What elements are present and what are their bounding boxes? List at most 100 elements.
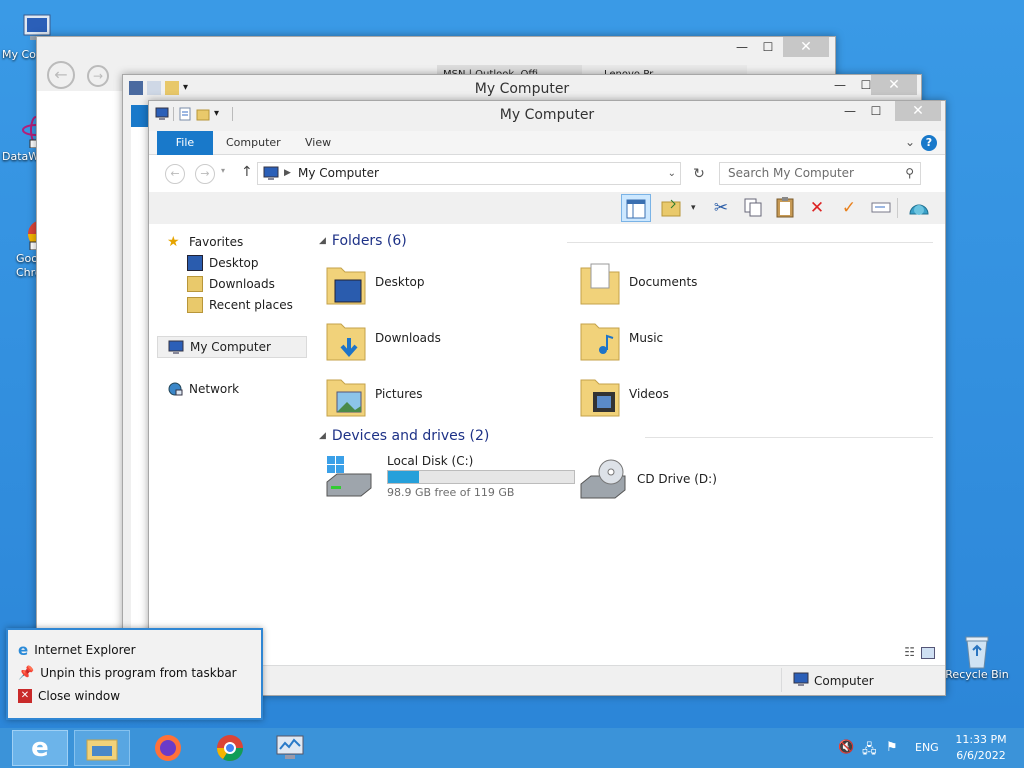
computer-small-icon	[263, 166, 279, 188]
chevron-down-icon[interactable]: ⌄	[668, 163, 676, 184]
taskbar-firefox[interactable]	[140, 730, 196, 766]
pin-icon: 📌	[18, 665, 35, 681]
minimize-button[interactable]: —	[837, 101, 863, 121]
tab-view[interactable]: View	[292, 131, 344, 155]
refresh-icon[interactable]: ↻	[689, 164, 709, 184]
large-icons-view-icon[interactable]	[921, 647, 935, 659]
taskbar-internet-explorer[interactable]: e	[12, 730, 68, 766]
internet-explorer-icon: e	[18, 641, 29, 659]
monitor-icon	[275, 734, 305, 762]
back-icon[interactable]: ←	[165, 164, 185, 184]
computer-small-icon	[793, 672, 809, 690]
nav-favorites[interactable]: ★ Favorites	[167, 232, 243, 252]
status-bar: Computer	[149, 665, 945, 695]
command-toolbar: ▾ ✂ ✕ ✓	[149, 192, 945, 224]
details-view-icon[interactable]: ☷	[904, 645, 915, 659]
folder-options-icon[interactable]	[659, 196, 683, 220]
recent-locations-icon[interactable]: ▾	[221, 166, 225, 175]
taskbar-chrome[interactable]	[202, 730, 258, 766]
jump-internet-explorer[interactable]: e Internet Explorer	[18, 640, 136, 660]
folder-downloads[interactable]: Downloads	[325, 312, 545, 364]
nav-desktop[interactable]: Desktop	[187, 253, 259, 273]
clock[interactable]: 11:33 PM 6/6/2022	[950, 732, 1012, 764]
window-title: My Computer	[499, 107, 595, 123]
close-button[interactable]: ✕	[871, 75, 917, 95]
close-button[interactable]: ✕	[783, 37, 829, 57]
videos-folder-icon	[579, 372, 621, 417]
clock-date: 6/6/2022	[956, 749, 1006, 762]
computer-small-icon	[168, 339, 184, 355]
address-text: My Computer	[298, 166, 379, 180]
divider	[897, 198, 898, 218]
drive-local-disk-c[interactable]: Local Disk (C:) 98.9 GB free of 119 GB	[325, 452, 585, 504]
navigation-pane: ★ Favorites Desktop Downloads Recent pla…	[149, 226, 309, 695]
action-center-icon[interactable]: ⚑	[886, 740, 898, 755]
tab-file[interactable]: File	[157, 131, 213, 155]
chevron-down-icon[interactable]: ▾	[691, 203, 696, 213]
divider	[781, 668, 782, 692]
network-tray-icon[interactable]: 🖧	[862, 740, 877, 762]
jump-close-window[interactable]: ✕ Close window	[18, 686, 120, 706]
check-icon[interactable]: ✓	[837, 196, 861, 220]
address-row: ← → ▾ ↑ ▶ My Computer ⌄ ↻ Search My Comp…	[149, 156, 945, 192]
folder-documents[interactable]: Documents	[579, 256, 799, 308]
clock-time: 11:33 PM	[955, 733, 1007, 746]
preview-pane-icon[interactable]	[621, 194, 651, 222]
minimize-button[interactable]: —	[729, 37, 755, 57]
recycle-bin-icon	[960, 632, 994, 669]
maximize-button[interactable]: ☐	[755, 37, 781, 57]
up-icon[interactable]: ↑	[241, 164, 253, 180]
close-icon: ✕	[18, 689, 32, 703]
ribbon-tabs: File Computer View ⌄ ?	[149, 131, 945, 155]
collapse-icon: ◢	[319, 431, 326, 441]
chrome-icon	[215, 733, 245, 763]
folder-music[interactable]: Music	[579, 312, 799, 364]
search-input[interactable]: Search My Computer ⚲	[719, 162, 921, 185]
forward-icon[interactable]: →	[87, 65, 109, 87]
address-bar[interactable]: ▶ My Computer ⌄	[257, 162, 681, 185]
jump-unpin[interactable]: 📌 Unpin this program from taskbar	[18, 663, 237, 683]
forward-icon[interactable]: →	[195, 164, 215, 184]
music-folder-icon	[579, 316, 621, 361]
local-disk-icon	[325, 456, 375, 498]
taskbar-file-explorer[interactable]	[74, 730, 130, 766]
paste-icon[interactable]	[773, 196, 797, 220]
network-icon	[167, 381, 183, 397]
desktop-icon	[187, 255, 203, 271]
back-icon[interactable]: ←	[47, 61, 75, 89]
help-icon[interactable]: ?	[921, 135, 937, 151]
documents-folder-icon	[579, 260, 621, 305]
group-header-folders[interactable]: ◢ Folders (6)	[319, 231, 407, 251]
volume-muted-icon[interactable]: 🔇	[838, 740, 854, 755]
downloads-folder-icon	[325, 316, 367, 361]
delete-icon[interactable]: ✕	[805, 196, 829, 220]
search-icon[interactable]: ⚲	[905, 163, 914, 184]
folder-desktop[interactable]: Desktop	[325, 256, 545, 308]
copy-icon[interactable]	[741, 196, 765, 220]
cd-drive-icon	[579, 458, 629, 500]
taskbar-resource-monitor[interactable]	[262, 730, 318, 766]
nav-my-computer[interactable]: My Computer	[157, 336, 307, 358]
tab-computer[interactable]: Computer	[213, 131, 294, 155]
cut-icon[interactable]: ✂	[709, 196, 733, 220]
firefox-icon	[153, 733, 183, 763]
search-placeholder: Search My Computer	[728, 166, 854, 180]
nav-downloads[interactable]: Downloads	[187, 274, 275, 294]
pictures-folder-icon	[325, 372, 367, 417]
rename-icon[interactable]	[869, 196, 893, 220]
shell-icon[interactable]	[907, 196, 931, 220]
folder-videos[interactable]: Videos	[579, 368, 799, 420]
folder-pictures[interactable]: Pictures	[325, 368, 545, 420]
minimize-button[interactable]: —	[827, 75, 853, 95]
file-explorer-icon	[86, 736, 118, 762]
nav-recent-places[interactable]: Recent places	[187, 295, 293, 315]
explorer-window[interactable]: ▾ My Computer — ☐ ✕ File Computer View ⌄…	[148, 100, 946, 696]
ribbon-expand-icon[interactable]: ⌄	[905, 135, 915, 149]
maximize-button[interactable]: ☐	[863, 101, 889, 121]
desktop-icon-recycle-bin[interactable]: Recycle Bin	[940, 632, 1014, 681]
group-header-devices[interactable]: ◢ Devices and drives (2)	[319, 426, 489, 446]
language-indicator[interactable]: ENG	[915, 741, 939, 754]
drive-cd-d[interactable]: CD Drive (D:)	[579, 456, 779, 502]
nav-network[interactable]: Network	[167, 379, 239, 399]
close-button[interactable]: ✕	[895, 101, 941, 121]
